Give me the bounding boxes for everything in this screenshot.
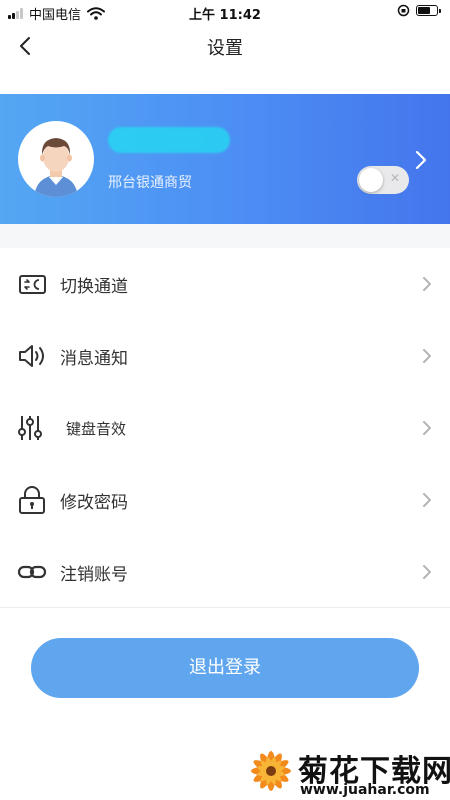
menu-item-label: 注销账号 [60,565,128,585]
chevron-right-icon [423,565,431,579]
page-title: 设置 [207,38,243,59]
menu-item-label: 键盘音效 [66,420,127,438]
company-name: 邢台银通商贸 [108,175,192,191]
menu-item-deactivate-account[interactable]: 注销账号 [0,536,450,608]
menu-item-notifications[interactable]: 消息通知 [0,320,450,392]
chevron-right-icon [415,150,427,170]
watermark-url: www.juahar.com [300,782,430,798]
lock-icon [19,486,45,514]
speaker-icon [19,345,44,367]
chevron-right-icon [423,277,431,291]
menu-item-change-password[interactable]: 修改密码 [0,464,450,536]
menu-item-label: 消息通知 [60,349,128,369]
chrysanthemum-logo-icon [251,751,291,791]
user-avatar-icon [34,138,78,197]
orientation-lock-icon [397,4,410,17]
toggle-off-icon: ✕ [389,171,400,185]
list-bottom-divider [0,607,450,608]
toggle-knob [359,168,383,192]
menu-item-keyboard-sound[interactable]: 键盘音效 [0,392,450,464]
logout-button[interactable]: 退出登录 [31,638,419,698]
profile-card[interactable]: 邢台银通商贸 [0,94,450,224]
nav-bar: 设置 [0,24,450,68]
chevron-right-icon [423,421,431,435]
site-watermark: 菊花下载网 www.juahar.com [244,742,450,800]
menu-item-switch-channel[interactable]: 切换通道 [0,248,450,320]
battery-icon [416,5,441,16]
chevron-right-icon [423,349,431,363]
menu-item-label: 修改密码 [60,493,128,513]
status-time: 上午 11:42 [189,8,261,23]
status-right [397,4,441,17]
chevron-right-icon [423,493,431,507]
avatar [18,121,94,197]
username-redaction [108,127,230,153]
sliders-icon [18,416,42,440]
link-icon [17,565,47,579]
section-divider [0,224,450,248]
keyboard-sound-toggle[interactable]: ✕ [357,166,409,194]
menu-item-label: 切换通道 [60,277,128,297]
battery-fill [418,7,430,14]
channel-switch-icon [19,275,46,294]
status-bar: 中国电信 上午 11:42 [0,0,450,24]
